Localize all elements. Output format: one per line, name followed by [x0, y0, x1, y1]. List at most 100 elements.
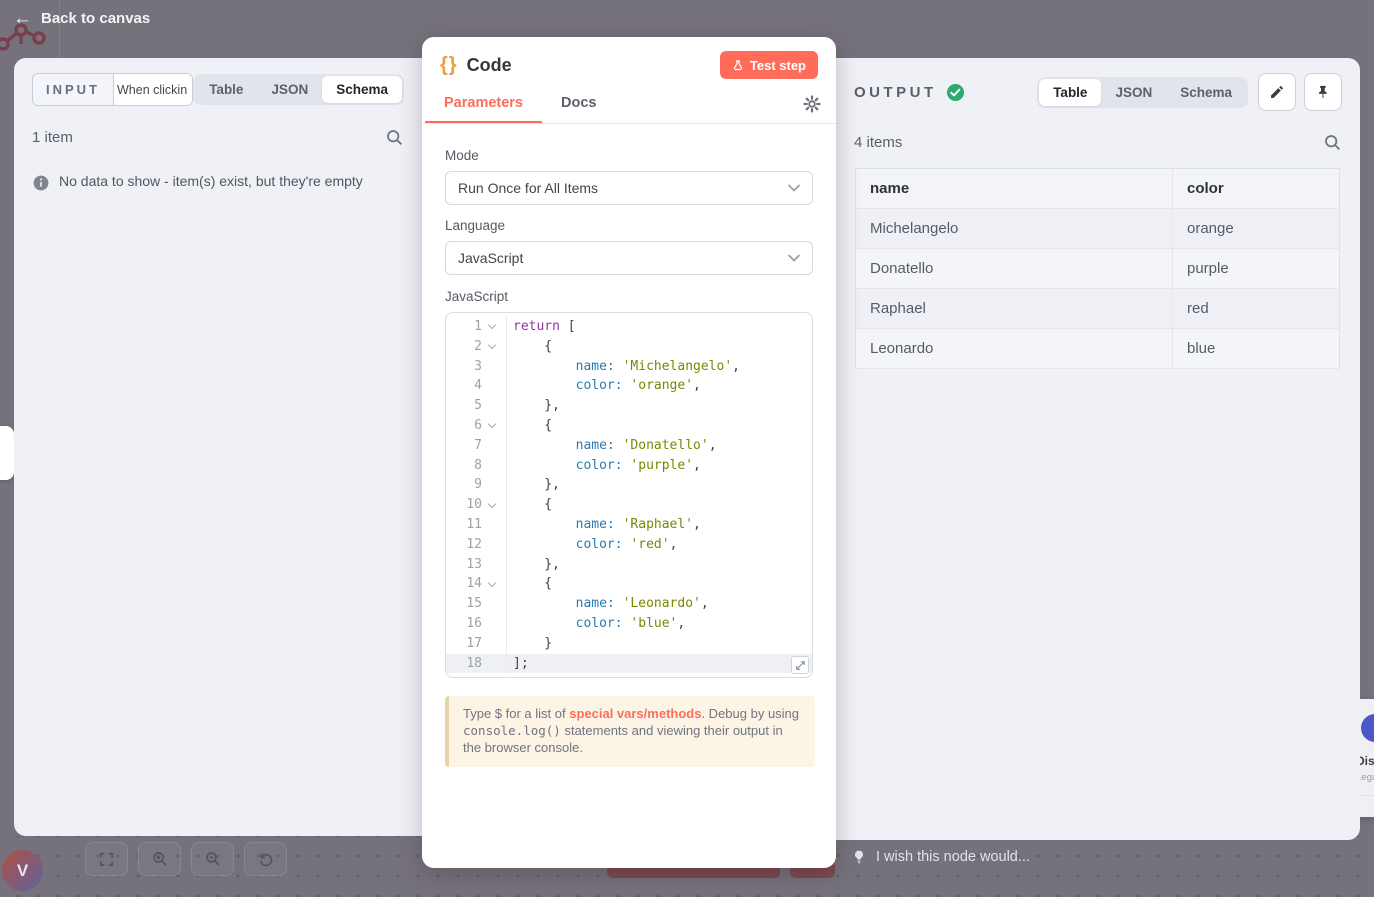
output-view-tabs: Table JSON Schema: [1037, 77, 1248, 108]
input-panel-title: INPUT: [33, 74, 113, 105]
code-line: 13 },: [446, 555, 812, 575]
code-line: 3 name: 'Michelangelo',: [446, 357, 812, 377]
node-feedback-button[interactable]: I wish this node would...: [851, 847, 1030, 867]
zoom-out-button[interactable]: [191, 842, 234, 876]
input-panel: INPUT When clickin Table JSON Schema 1 i…: [14, 58, 422, 836]
code-line: 15 name: 'Leonardo',: [446, 594, 812, 614]
special-vars-link[interactable]: special vars/methods: [569, 706, 701, 721]
tab-docs[interactable]: Docs: [542, 86, 615, 123]
chevron-down-icon: [788, 184, 800, 192]
fold-spacer: [482, 614, 502, 634]
fold-chevron-icon[interactable]: [482, 317, 502, 337]
editor-gutter: 11: [446, 515, 507, 535]
line-number: 1: [446, 317, 482, 337]
line-number: 7: [446, 436, 482, 456]
line-number: 13: [446, 555, 482, 575]
code-line-text: }: [507, 634, 552, 654]
output-table: name color MichelangeloorangeDonatellopu…: [855, 168, 1340, 369]
table-cell-color: blue: [1173, 329, 1340, 369]
input-tab-table[interactable]: Table: [195, 76, 257, 103]
back-to-canvas-link[interactable]: ← Back to canvas: [13, 9, 150, 28]
test-step-button[interactable]: Test step: [720, 51, 818, 79]
input-source-node-button[interactable]: When clickin: [113, 74, 192, 105]
code-line-text: },: [507, 396, 560, 416]
code-editor[interactable]: 1return [2 {3 name: 'Michelangelo',4 col…: [445, 312, 813, 678]
table-cell-name: Raphael: [856, 289, 1173, 329]
modal-tab-bar: Parameters Docs: [422, 85, 836, 124]
code-line: 2 {: [446, 337, 812, 357]
fold-spacer: [482, 436, 502, 456]
editor-gutter: 16: [446, 614, 507, 634]
info-icon: [32, 174, 50, 192]
editor-gutter: 8: [446, 456, 507, 476]
mode-select[interactable]: Run Once for All Items: [445, 171, 813, 205]
editor-hint-box: Type $ for a list of special vars/method…: [445, 696, 815, 767]
code-line-text: },: [507, 475, 560, 495]
fold-chevron-icon[interactable]: [482, 416, 502, 436]
editor-resize-handle[interactable]: [791, 656, 809, 674]
fold-chevron-icon[interactable]: [482, 495, 502, 515]
tab-parameters[interactable]: Parameters: [425, 86, 542, 123]
table-cell-color: red: [1173, 289, 1340, 329]
line-number: 18: [446, 654, 482, 674]
editor-gutter: 5: [446, 396, 507, 416]
editor-gutter: 15: [446, 594, 507, 614]
fold-spacer: [482, 456, 502, 476]
editor-gutter: 10: [446, 495, 507, 515]
back-to-canvas-label: Back to canvas: [41, 10, 150, 27]
editor-gutter: 1: [446, 317, 507, 337]
panel-resize-handle[interactable]: [0, 426, 14, 480]
code-line-text: color: 'blue',: [507, 614, 685, 634]
output-tab-schema[interactable]: Schema: [1166, 79, 1246, 106]
code-line: 16 color: 'blue',: [446, 614, 812, 634]
edit-output-button[interactable]: [1258, 73, 1296, 111]
code-line-text: name: 'Leonardo',: [507, 594, 709, 614]
zoom-to-fit-button[interactable]: [85, 842, 128, 876]
success-check-icon: [946, 83, 965, 102]
input-tab-schema[interactable]: Schema: [322, 76, 402, 103]
fold-spacer: [482, 376, 502, 396]
output-panel: OUTPUT Table JSON Schema 4 items n: [836, 58, 1360, 840]
code-line-text: name: 'Michelangelo',: [507, 357, 740, 377]
fold-spacer: [482, 634, 502, 654]
line-number: 3: [446, 357, 482, 377]
line-number: 10: [446, 495, 482, 515]
undo-icon: [257, 850, 275, 868]
search-icon[interactable]: [385, 128, 404, 147]
output-tab-json[interactable]: JSON: [1101, 79, 1166, 106]
fold-spacer: [482, 535, 502, 555]
output-tab-table[interactable]: Table: [1039, 79, 1101, 106]
gear-icon[interactable]: [803, 95, 821, 113]
fold-spacer: [482, 475, 502, 495]
code-line: 1return [: [446, 317, 812, 337]
fold-chevron-icon[interactable]: [482, 337, 502, 357]
code-line: 7 name: 'Donatello',: [446, 436, 812, 456]
zoom-in-button[interactable]: [138, 842, 181, 876]
language-select[interactable]: JavaScript: [445, 241, 813, 275]
input-source-control: INPUT When clickin: [32, 73, 193, 106]
code-line: 5 },: [446, 396, 812, 416]
language-label: Language: [445, 218, 813, 233]
reset-zoom-button[interactable]: [244, 842, 287, 876]
code-line-text: color: 'purple',: [507, 456, 701, 476]
line-number: 16: [446, 614, 482, 634]
pin-data-button[interactable]: [1304, 73, 1342, 111]
user-avatar[interactable]: V: [2, 850, 43, 891]
mode-label: Mode: [445, 148, 813, 163]
table-cell-color: orange: [1173, 209, 1340, 249]
code-line: 17 }: [446, 634, 812, 654]
editor-gutter: 17: [446, 634, 507, 654]
code-line-text: {: [507, 574, 552, 594]
node-feedback-label: I wish this node would...: [876, 849, 1030, 865]
language-select-value: JavaScript: [458, 250, 523, 266]
top-bar: ← Back to canvas: [0, 0, 1374, 36]
code-line-text: color: 'orange',: [507, 376, 701, 396]
input-view-tabs: Table JSON Schema: [193, 74, 404, 105]
fold-chevron-icon[interactable]: [482, 574, 502, 594]
search-icon[interactable]: [1323, 133, 1342, 152]
arrow-left-icon: ←: [13, 9, 32, 28]
editor-gutter: 9: [446, 475, 507, 495]
table-row: Michelangeloorange: [856, 209, 1340, 249]
input-items-count: 1 item: [32, 129, 73, 146]
input-tab-json[interactable]: JSON: [257, 76, 322, 103]
